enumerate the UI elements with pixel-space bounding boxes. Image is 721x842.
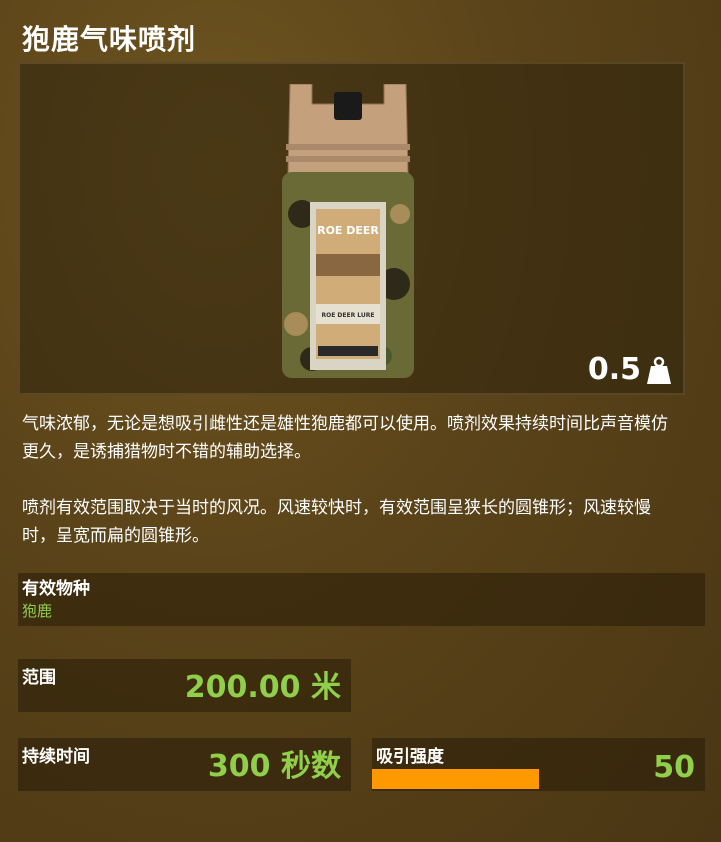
scent-bottle-image: ROE DEER ROE DEER LURE [282, 84, 414, 378]
attraction-stat: 吸引强度 50 [372, 738, 705, 791]
species-value: 狍鹿 [22, 602, 53, 620]
item-description: 气味浓郁，无论是想吸引雌性还是雄性狍鹿都可以使用。喷剂效果持续时间比声音模仿更久… [22, 410, 682, 550]
bottle-brand-text: ROE DEER [317, 224, 379, 237]
range-label: 范围 [22, 668, 56, 688]
species-label: 有效物种 [22, 579, 90, 599]
item-image-panel: ROE DEER ROE DEER LURE 0.5 [18, 62, 685, 395]
item-title: 狍鹿气味喷剂 [22, 23, 197, 56]
description-paragraph-2: 喷剂有效范围取决于当时的风况。风速较快时，有效范围呈狭长的圆锥形；风速较慢时，呈… [22, 498, 651, 546]
effective-species-box: 有效物种 狍鹿 [18, 573, 705, 626]
duration-value: 300 秒数 [207, 749, 341, 784]
weight-display: 0.5 [588, 352, 671, 387]
range-value: 200.00 米 [184, 670, 341, 705]
duration-label: 持续时间 [22, 747, 90, 767]
range-stat: 范围 200.00 米 [18, 659, 351, 712]
duration-stat: 持续时间 300 秒数 [18, 738, 351, 791]
attraction-bar [372, 769, 705, 791]
attraction-label: 吸引强度 [376, 747, 444, 767]
description-paragraph-1: 气味浓郁，无论是想吸引雌性还是雄性狍鹿都可以使用。喷剂效果持续时间比声音模仿更久… [22, 414, 668, 462]
weight-icon [647, 356, 671, 384]
bottle-sub-text: ROE DEER LURE [322, 312, 375, 319]
attraction-bar-fill [372, 769, 539, 789]
weight-value: 0.5 [587, 352, 641, 387]
